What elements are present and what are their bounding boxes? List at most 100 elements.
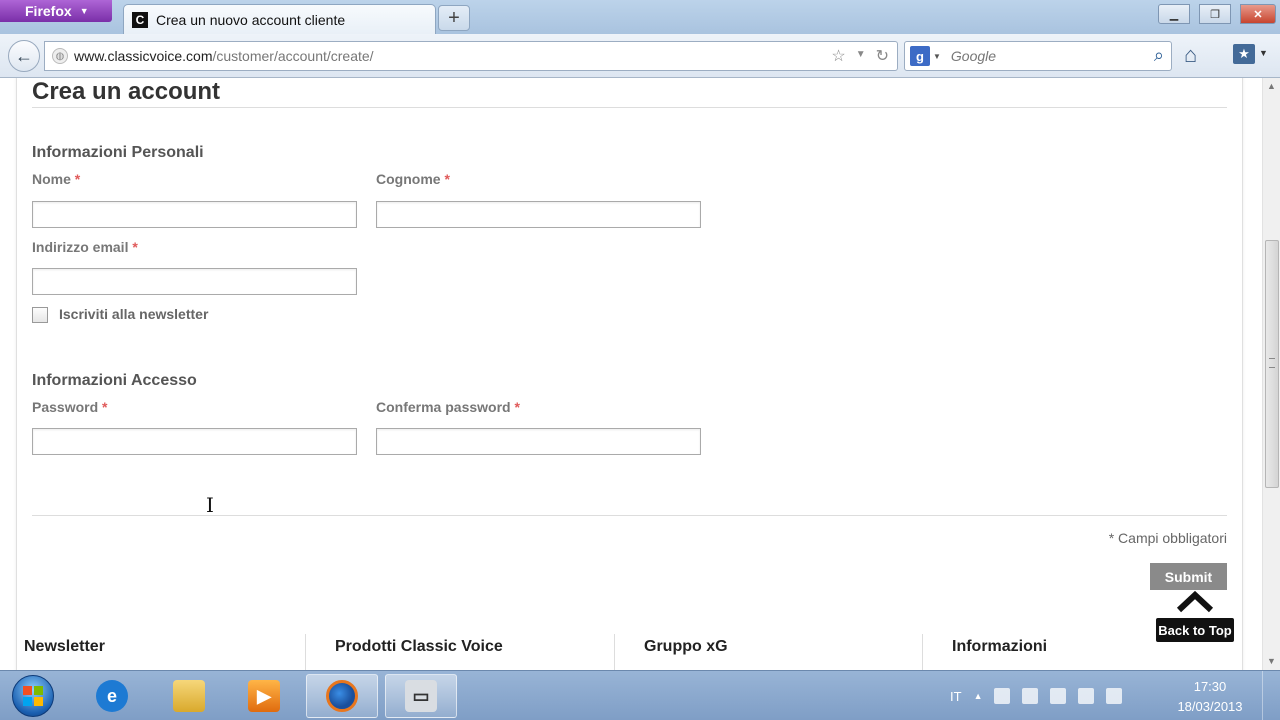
required-fields-note: * Campi obbligatori <box>1108 530 1227 546</box>
close-window-button[interactable]: ✕ <box>1240 4 1276 24</box>
email-label-text: Indirizzo email <box>32 239 129 255</box>
title-divider <box>32 107 1227 108</box>
address-bar-actions: ☆ ▼ ↻ <box>831 46 889 66</box>
page-scrollbar[interactable]: ▲ ▼ <box>1262 78 1280 670</box>
back-to-top-label: Back to Top <box>1156 618 1234 642</box>
search-icon[interactable]: ⌕ <box>1154 45 1164 66</box>
footer-divider <box>614 634 615 670</box>
new-tab-button[interactable]: + <box>438 5 470 31</box>
submit-button[interactable]: Submit <box>1150 563 1227 590</box>
navigation-toolbar: ← ◍ www.classicvoice.com/customer/accoun… <box>0 34 1280 78</box>
taskbar-firefox[interactable] <box>306 674 378 718</box>
taskbar-media-player[interactable]: ▶ <box>228 674 300 718</box>
last-name-label: Cognome * <box>376 171 450 187</box>
taskbar-recorder[interactable]: ▭ <box>385 674 457 718</box>
language-indicator[interactable]: IT <box>950 689 962 704</box>
last-name-field[interactable] <box>376 201 701 228</box>
email-field[interactable] <box>32 268 357 295</box>
footer-divider <box>305 634 306 670</box>
home-icon[interactable]: ⌂ <box>1184 42 1197 68</box>
address-bar[interactable]: ◍ www.classicvoice.com/customer/account/… <box>44 41 898 71</box>
footer-heading-group: Gruppo xG <box>644 638 728 655</box>
system-clock[interactable]: 17:30 18/03/2013 <box>1168 677 1252 717</box>
system-tray: IT ▲ <box>950 671 1123 720</box>
back-to-top-button[interactable]: Back to Top <box>1153 588 1235 644</box>
url-path: /customer/account/create/ <box>212 48 374 64</box>
taskbar-internet-explorer[interactable]: e <box>76 674 148 718</box>
required-mark: * <box>514 399 520 415</box>
safely-remove-icon[interactable] <box>1050 688 1067 704</box>
login-info-heading: Informazioni Accesso <box>32 372 197 389</box>
volume-icon[interactable] <box>1106 688 1123 704</box>
maximize-button[interactable]: ❐ <box>1199 4 1231 24</box>
footer-heading-products: Prodotti Classic Voice <box>335 638 503 655</box>
clock-date: 18/03/2013 <box>1177 699 1243 714</box>
required-mark: * <box>74 171 81 187</box>
search-bar[interactable]: g ▼ Google ⌕ <box>904 41 1172 71</box>
first-name-label: Nome * <box>32 171 80 187</box>
history-dropdown-icon[interactable]: ▼ <box>856 46 866 66</box>
last-name-label-text: Cognome <box>376 171 441 187</box>
chevron-down-icon: ▼ <box>79 6 89 16</box>
arrow-left-icon: ← <box>15 45 33 66</box>
google-icon[interactable]: g <box>910 46 930 66</box>
folder-icon <box>173 680 205 712</box>
taskbar-explorer[interactable] <box>153 674 225 718</box>
action-center-icon[interactable] <box>1022 688 1039 704</box>
chevron-down-icon[interactable]: ▼ <box>1259 48 1268 58</box>
page-viewport: Crea un account Informazioni Personali N… <box>0 78 1262 670</box>
scroll-up-icon[interactable]: ▲ <box>1267 81 1276 91</box>
chevron-up-icon <box>1176 590 1214 613</box>
back-button[interactable]: ← <box>8 40 40 72</box>
start-button[interactable] <box>12 675 54 717</box>
text-cursor-icon: I <box>206 493 214 517</box>
newsletter-checkbox[interactable] <box>32 307 48 323</box>
account-form-container <box>16 78 1243 670</box>
windows-taskbar: e ▶ ▭ IT ▲ 17:30 18/03/2013 <box>0 670 1280 720</box>
grip-icon <box>1269 358 1275 368</box>
close-icon: ✕ <box>1253 8 1263 21</box>
newsletter-label[interactable]: Iscriviti alla newsletter <box>59 306 208 322</box>
chevron-down-icon: ▼ <box>933 51 941 61</box>
scroll-down-icon[interactable]: ▼ <box>1267 656 1276 666</box>
footer-heading-newsletter: Newsletter <box>24 638 105 655</box>
restore-icon: ❐ <box>1210 8 1220 21</box>
required-mark: * <box>102 399 108 415</box>
first-name-field[interactable] <box>32 201 357 228</box>
first-name-label-text: Nome <box>32 171 71 187</box>
internet-explorer-icon: e <box>96 680 128 712</box>
required-mark: * <box>132 239 138 255</box>
globe-icon: ◍ <box>52 48 68 64</box>
firefox-menu-label: Firefox <box>25 3 72 19</box>
scrollbar-thumb[interactable] <box>1265 240 1279 488</box>
tab-create-account[interactable]: C Crea un nuovo account cliente <box>123 4 436 34</box>
personal-info-heading: Informazioni Personali <box>32 144 204 161</box>
video-recorder-icon: ▭ <box>405 680 437 712</box>
search-placeholder: Google <box>950 48 997 64</box>
display-icon[interactable] <box>1078 688 1095 704</box>
tab-title: Crea un nuovo account cliente <box>156 11 346 28</box>
plus-icon: + <box>448 6 460 29</box>
reload-icon[interactable]: ↻ <box>876 46 889 66</box>
email-label: Indirizzo email * <box>32 239 138 255</box>
page-title: Crea un account <box>32 78 221 105</box>
required-mark: * <box>444 171 450 187</box>
title-bar: Firefox ▼ C Crea un nuovo account client… <box>0 0 1280 34</box>
firefox-icon <box>326 680 358 712</box>
bookmark-star-icon[interactable]: ☆ <box>831 46 845 66</box>
password-field[interactable] <box>32 428 357 455</box>
password-label-text: Password <box>32 399 99 415</box>
site-favicon-icon: C <box>132 11 148 28</box>
minimize-button[interactable]: ▁ <box>1158 4 1190 24</box>
chevron-up-icon[interactable]: ▲ <box>974 691 983 701</box>
confirm-password-field[interactable] <box>376 428 701 455</box>
network-icon[interactable] <box>994 688 1011 704</box>
show-desktop-button[interactable] <box>1262 671 1280 720</box>
confirm-password-label-text: Conferma password <box>376 399 511 415</box>
footer-heading-info: Informazioni <box>952 638 1048 655</box>
bookmarks-icon[interactable]: ★ <box>1233 44 1255 64</box>
url-domain: www.classicvoice.com <box>74 48 213 64</box>
confirm-password-label: Conferma password * <box>376 399 520 415</box>
firefox-menu-button[interactable]: Firefox ▼ <box>0 0 112 22</box>
minimize-icon: ▁ <box>1169 8 1179 21</box>
